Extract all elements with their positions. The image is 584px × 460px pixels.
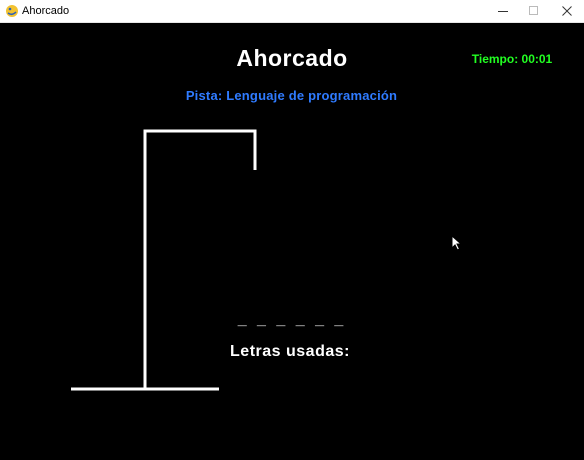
- maximize-button[interactable]: [518, 0, 550, 22]
- used-letters-label: Letras usadas:: [230, 343, 350, 360]
- close-icon: [562, 6, 572, 16]
- game-canvas[interactable]: Ahorcado Tiempo: 00:01 Pista: Lenguaje d…: [0, 23, 584, 460]
- gallows-drawing: [71, 129, 257, 391]
- title-bar[interactable]: Ahorcado: [0, 0, 584, 23]
- app-icon: [6, 5, 18, 17]
- window-title: Ahorcado: [22, 5, 70, 17]
- minimize-button[interactable]: [487, 0, 519, 22]
- maximize-icon: [529, 6, 538, 15]
- close-button[interactable]: [551, 0, 583, 22]
- mouse-cursor-icon: [451, 235, 463, 251]
- word-blanks: _ _ _ _ _ _: [237, 311, 347, 328]
- minimize-icon: [498, 11, 508, 12]
- app-window: Ahorcado Ahorcado Tiempo: 00:01 Pista: L…: [0, 0, 584, 460]
